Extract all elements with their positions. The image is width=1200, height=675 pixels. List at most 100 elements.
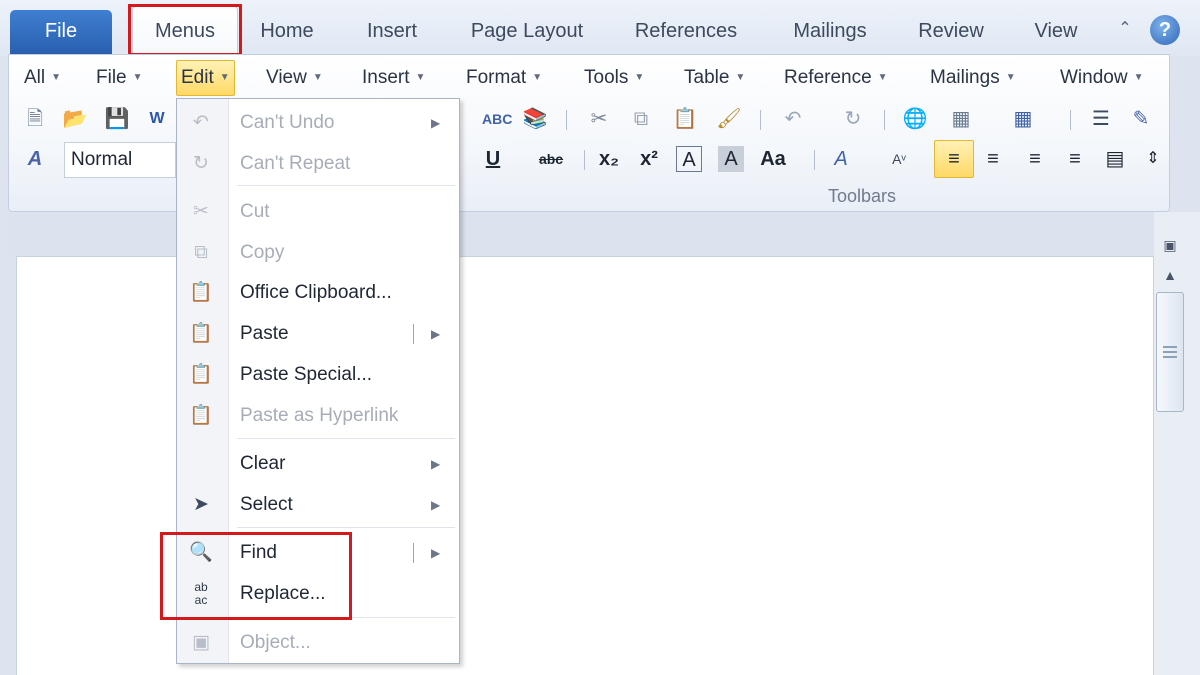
menu-item-find[interactable]: 🔍 Find ▶	[177, 535, 459, 571]
toolbar-separator	[1070, 110, 1071, 130]
menu-item-cut[interactable]: ✂ Cut	[177, 194, 459, 230]
tab-review[interactable]: Review	[908, 14, 994, 52]
tab-page-layout[interactable]: Page Layout	[462, 14, 592, 52]
paste-special-icon: 📋	[189, 364, 213, 385]
phonetic-guide-icon[interactable]: Aᵛ	[886, 146, 912, 172]
menu-item-label: Clear	[240, 453, 286, 474]
submenu-arrow-icon[interactable]: ▶	[431, 316, 440, 352]
clipboard-icon: 📋	[189, 282, 213, 303]
tab-insert[interactable]: Insert	[352, 14, 432, 52]
submenu-arrow-icon: ▶	[431, 498, 441, 512]
scroll-up-icon[interactable]: ▲	[1156, 262, 1184, 288]
menubar-tools[interactable]: Tools ▼	[580, 62, 648, 94]
menu-item-repeat[interactable]: ↻ Can't Repeat	[177, 146, 459, 182]
menu-separator	[237, 617, 455, 618]
menubar-tools-label: Tools	[584, 67, 629, 88]
paste-icon[interactable]: 📋	[672, 106, 698, 132]
split-divider	[413, 324, 414, 344]
menubar-insert[interactable]: Insert ▼	[358, 62, 429, 94]
align-right-icon[interactable]: ≡	[1022, 146, 1048, 172]
copy-icon[interactable]: ⧉	[628, 106, 654, 132]
tab-mailings[interactable]: Mailings	[780, 14, 880, 52]
menu-item-paste-hyperlink[interactable]: 📋 Paste as Hyperlink	[177, 398, 459, 434]
thumb-grip	[1163, 346, 1177, 348]
underline-icon[interactable]: U	[480, 146, 506, 172]
menu-item-copy[interactable]: ⧉ Copy	[177, 235, 459, 271]
strikethrough-icon[interactable]: abc	[538, 146, 564, 172]
submenu-arrow-icon: ▶	[431, 457, 441, 471]
chevron-down-icon: ▼	[219, 72, 230, 83]
subscript-icon[interactable]: x₂	[596, 146, 622, 172]
spelling-check-icon[interactable]: ABC	[482, 106, 512, 132]
tab-view[interactable]: View	[1024, 14, 1088, 52]
menubar-format[interactable]: Format ▼	[462, 62, 546, 94]
menu-item-paste[interactable]: 📋 Paste ▶	[177, 316, 459, 352]
menubar-reference[interactable]: Reference ▼	[780, 62, 892, 94]
change-case-icon[interactable]: Aa	[760, 146, 786, 172]
menu-item-paste-special[interactable]: 📋 Paste Special...	[177, 357, 459, 393]
menu-separator	[237, 527, 455, 528]
research-icon[interactable]: 📚	[522, 106, 548, 132]
save-as-word-icon[interactable]: W	[144, 106, 170, 132]
menubar-table[interactable]: Table ▼	[680, 62, 749, 94]
menu-item-label: Find	[240, 542, 277, 563]
edit-menu-dropdown: ↶ Can't Undo ▶ ↻ Can't Repeat ✂ Cut ⧉ Co…	[176, 98, 460, 664]
undo-icon[interactable]: ↶	[780, 106, 806, 132]
tab-references[interactable]: References	[626, 14, 746, 52]
justify-icon[interactable]: ≡	[1062, 146, 1088, 172]
menu-item-object[interactable]: ▣ Object...	[177, 625, 459, 661]
menubar-view[interactable]: View ▼	[262, 62, 327, 94]
cut-icon[interactable]: ✂	[586, 106, 612, 132]
menubar-all[interactable]: All ▼	[20, 62, 65, 94]
menu-item-label: Paste	[240, 323, 289, 344]
help-icon[interactable]: ?	[1150, 15, 1180, 45]
chevron-down-icon: ▼	[312, 72, 323, 83]
tab-menus[interactable]: Menus	[132, 6, 238, 54]
menubar-file[interactable]: File ▼	[92, 62, 147, 94]
drawing-icon[interactable]: ✎	[1128, 106, 1154, 132]
cut-icon: ✂	[193, 201, 209, 222]
align-center-icon[interactable]: ≡	[980, 146, 1006, 172]
ruler-toggle-icon[interactable]: ▣	[1156, 232, 1184, 258]
submenu-arrow-icon[interactable]: ▶	[431, 535, 440, 571]
chevron-down-icon: ▼	[532, 72, 543, 83]
line-spacing-icon[interactable]: ⇕	[1140, 146, 1166, 172]
tab-home[interactable]: Home	[252, 14, 322, 52]
toolbars-group-label: Toolbars	[828, 186, 897, 206]
thumb-grip	[1163, 351, 1177, 353]
menu-item-label: Select	[240, 494, 293, 515]
styles-icon[interactable]: A	[22, 146, 48, 172]
menubar-mailings[interactable]: Mailings ▼	[926, 62, 1020, 94]
borders-icon[interactable]: ▦	[948, 106, 974, 132]
columns-icon[interactable]: ☰	[1088, 106, 1114, 132]
distributed-icon[interactable]: ▤	[1102, 146, 1128, 172]
submenu-arrow-icon: ▶	[431, 116, 441, 130]
new-document-icon[interactable]: 🗎	[22, 106, 48, 132]
superscript-icon[interactable]: x²	[636, 146, 662, 172]
menu-item-clear[interactable]: Clear ▶	[177, 446, 459, 482]
format-painter-icon[interactable]: 🖌	[716, 106, 742, 132]
font-size-box-icon[interactable]: A	[676, 146, 702, 172]
menu-item-undo[interactable]: ↶ Can't Undo ▶	[177, 105, 459, 141]
chevron-down-icon: ▼	[735, 72, 746, 83]
menubar-mailings-label: Mailings	[930, 67, 1000, 88]
menubar-table-label: Table	[684, 67, 730, 88]
menu-item-label: Paste Special...	[240, 364, 373, 385]
minimize-ribbon-icon[interactable]: ⌃	[1116, 20, 1134, 38]
menubar-reference-label: Reference	[784, 67, 872, 88]
shading-a-icon[interactable]: A	[718, 146, 744, 172]
open-folder-icon[interactable]: 📂	[62, 106, 88, 132]
menubar-edit[interactable]: Edit ▼	[176, 60, 235, 96]
menu-item-select[interactable]: ➤ Select ▶	[177, 487, 459, 523]
redo-icon[interactable]: ↻	[840, 106, 866, 132]
style-select[interactable]: Normal	[64, 142, 176, 178]
insert-table-icon[interactable]: ▦	[1010, 106, 1036, 132]
hyperlink-globe-icon[interactable]: 🌐	[902, 106, 928, 132]
menubar-window[interactable]: Window ▼	[1056, 62, 1147, 94]
menubar-format-label: Format	[466, 67, 527, 88]
menu-item-replace[interactable]: ab ac Replace...	[177, 576, 459, 612]
save-icon[interactable]: 💾	[104, 106, 130, 132]
menu-item-office-clipboard[interactable]: 📋 Office Clipboard...	[177, 275, 459, 311]
text-effects-icon[interactable]: A	[828, 146, 854, 172]
tab-file[interactable]: File	[10, 10, 112, 54]
